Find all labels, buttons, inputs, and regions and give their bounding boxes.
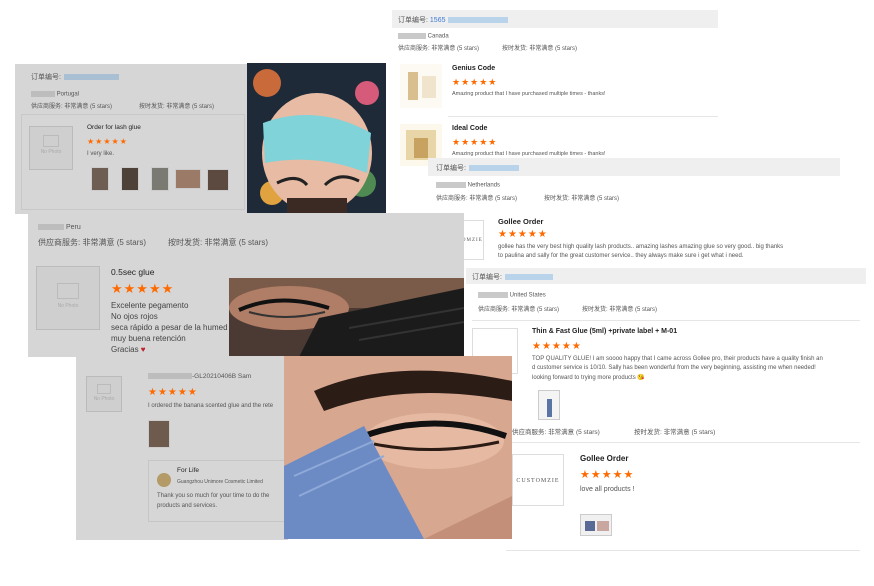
photo-illustration [229,278,464,357]
buyer-country: Portugal [31,91,79,98]
supplier-service-rating: 供应商服务: 非常满意 (5 stars) [38,238,147,247]
review-photo-thumb[interactable] [148,420,170,448]
supplier-service-rating: 供应商服务: 非常满意 (5 stars) [398,46,480,52]
review-text: I very like. [87,151,115,157]
customer-photo-mask-floral[interactable] [247,63,386,214]
review-photo-thumb[interactable] [151,167,169,191]
review-text: TOP QUALITY GLUE! I am soooo happy that … [532,356,823,362]
no-photo-placeholder: No Photo [29,126,73,170]
supplier-service-rating: 供应商服务: 非常满意 (5 stars) [478,307,560,313]
supplier-service-rating: 供应商服务: 非常满意 (5 stars) [31,104,113,110]
customer-photo-brows-blue-mask[interactable] [284,356,512,539]
review-text: to paulina and sally for the great custo… [498,253,744,259]
photo-illustration [284,356,512,539]
reviewer-name: -GL20210406B Sam [148,373,251,380]
review-text: looking forward to trying more products … [532,375,645,381]
customer-photo-lashes-black-mask[interactable] [229,278,464,357]
review-product-name[interactable]: Gollee Order [498,217,543,226]
seller-reply: For Life Guangzhou Unimore Cosmetic Limi… [148,460,288,522]
order-number[interactable]: 1565 [430,17,446,24]
review-text: gollee has the very best high quality la… [498,244,784,250]
product-image-genius-code[interactable] [400,64,442,108]
order-label: 订单编号: [398,17,428,24]
buyer-country: Netherlands [436,182,500,189]
on-time-rating: 按时发货: 非常满意 (5 stars) [168,238,269,247]
buyer-country: United States [478,292,546,299]
product-image-customize[interactable]: CUSTOMZIE [512,454,564,506]
review-text: Amazing product that I have purchased mu… [452,151,606,157]
heart-icon: ♥ [140,345,146,354]
on-time-rating: 按时发货: 非常满意 (5 stars) [582,307,658,313]
rating-stars: ★★★★★ [580,469,635,481]
buyer-country: Peru [38,224,81,231]
review-text: Amazing product that I have purchased mu… [452,91,606,97]
order-number-label: 订单编号: [436,163,519,173]
review-photo-thumb[interactable] [175,169,201,189]
order-number-label: 订单编号: [31,72,119,82]
review-product-name[interactable]: 0.5sec glue [111,267,154,277]
buyer-country: Canada [398,33,449,40]
review-text: d customer service is 10/10. Sally has b… [532,365,816,371]
review-card-netherlands: 订单编号: Netherlands 供应商服务: 非常满意 (5 stars) … [428,158,840,270]
rating-stars: ★★★★★ [498,229,548,240]
review-product-name[interactable]: Thin & Fast Glue (5ml) +private label + … [532,328,677,335]
review-card-sam: No Photo -GL20210406B Sam ★★★★★ I ordere… [76,356,288,540]
rating-stars: ★★★★★ [532,341,582,352]
reviewer-avatar-placeholder: No Photo [86,376,122,412]
review-text: I ordered the banana scented glue and th… [148,403,274,409]
rating-stars: ★★★★★ [452,77,498,87]
on-time-rating: 按时发货: 非常满意 (5 stars) [634,429,716,436]
photo-illustration [247,63,386,214]
order-number-label: 订单编号: 1565 [398,15,509,25]
rating-stars: ★★★★★ [148,387,198,398]
reply-title: For Life [177,467,200,474]
review-photo-thumb[interactable] [121,167,139,191]
redacted-order [448,17,509,24]
seller-logo-icon [157,473,171,487]
reply-text: Thank you so much for your time to do th… [157,493,270,499]
review-text: Excelente pegamento No ojos rojos seca r… [111,301,228,354]
review-product-name[interactable]: Ideal Code [452,125,487,132]
review-product-name[interactable]: Gollee Order [580,454,628,463]
review-card-canada: 订单编号: 1565 Canada 供应商服务: 非常满意 (5 stars) … [392,0,722,170]
review-text: love all products ! [580,486,635,493]
review-photo-thumb[interactable] [580,514,612,536]
on-time-rating: 按时发货: 非常满意 (5 stars) [139,104,215,110]
review-photo-thumb[interactable] [91,167,109,191]
rating-stars: ★★★★★ [111,281,175,296]
on-time-rating: 按时发货: 非常满意 (5 stars) [502,46,578,52]
order-number-label: 订单编号: [472,272,553,282]
review-card-portugal: 订单编号: Portugal 供应商服务: 非常满意 (5 stars) 按时发… [15,64,249,214]
rating-stars: ★★★★★ [452,137,498,147]
rating-stars: ★★★★★ [87,137,128,146]
review-card-united-states: 订单编号: United States 供应商服务: 非常满意 (5 stars… [466,268,866,556]
seller-company: Guangzhou Unimore Cosmetic Limited [177,479,263,485]
supplier-service-rating: 供应商服务: 非常满意 (5 stars) [512,429,600,436]
review-photo-thumb[interactable] [207,169,229,191]
supplier-service-rating: 供应商服务: 非常满意 (5 stars) [436,196,518,202]
review-photo-thumb[interactable] [538,390,560,420]
reply-text: products and services. [157,503,218,509]
review-product-name[interactable]: Order for lash glue [87,124,141,131]
no-photo-placeholder: No Photo [36,266,100,330]
emoji-icon: 😘 [637,375,645,381]
on-time-rating: 按时发货: 非常满意 (5 stars) [544,196,620,202]
review-product-name[interactable]: Genius Code [452,65,495,72]
